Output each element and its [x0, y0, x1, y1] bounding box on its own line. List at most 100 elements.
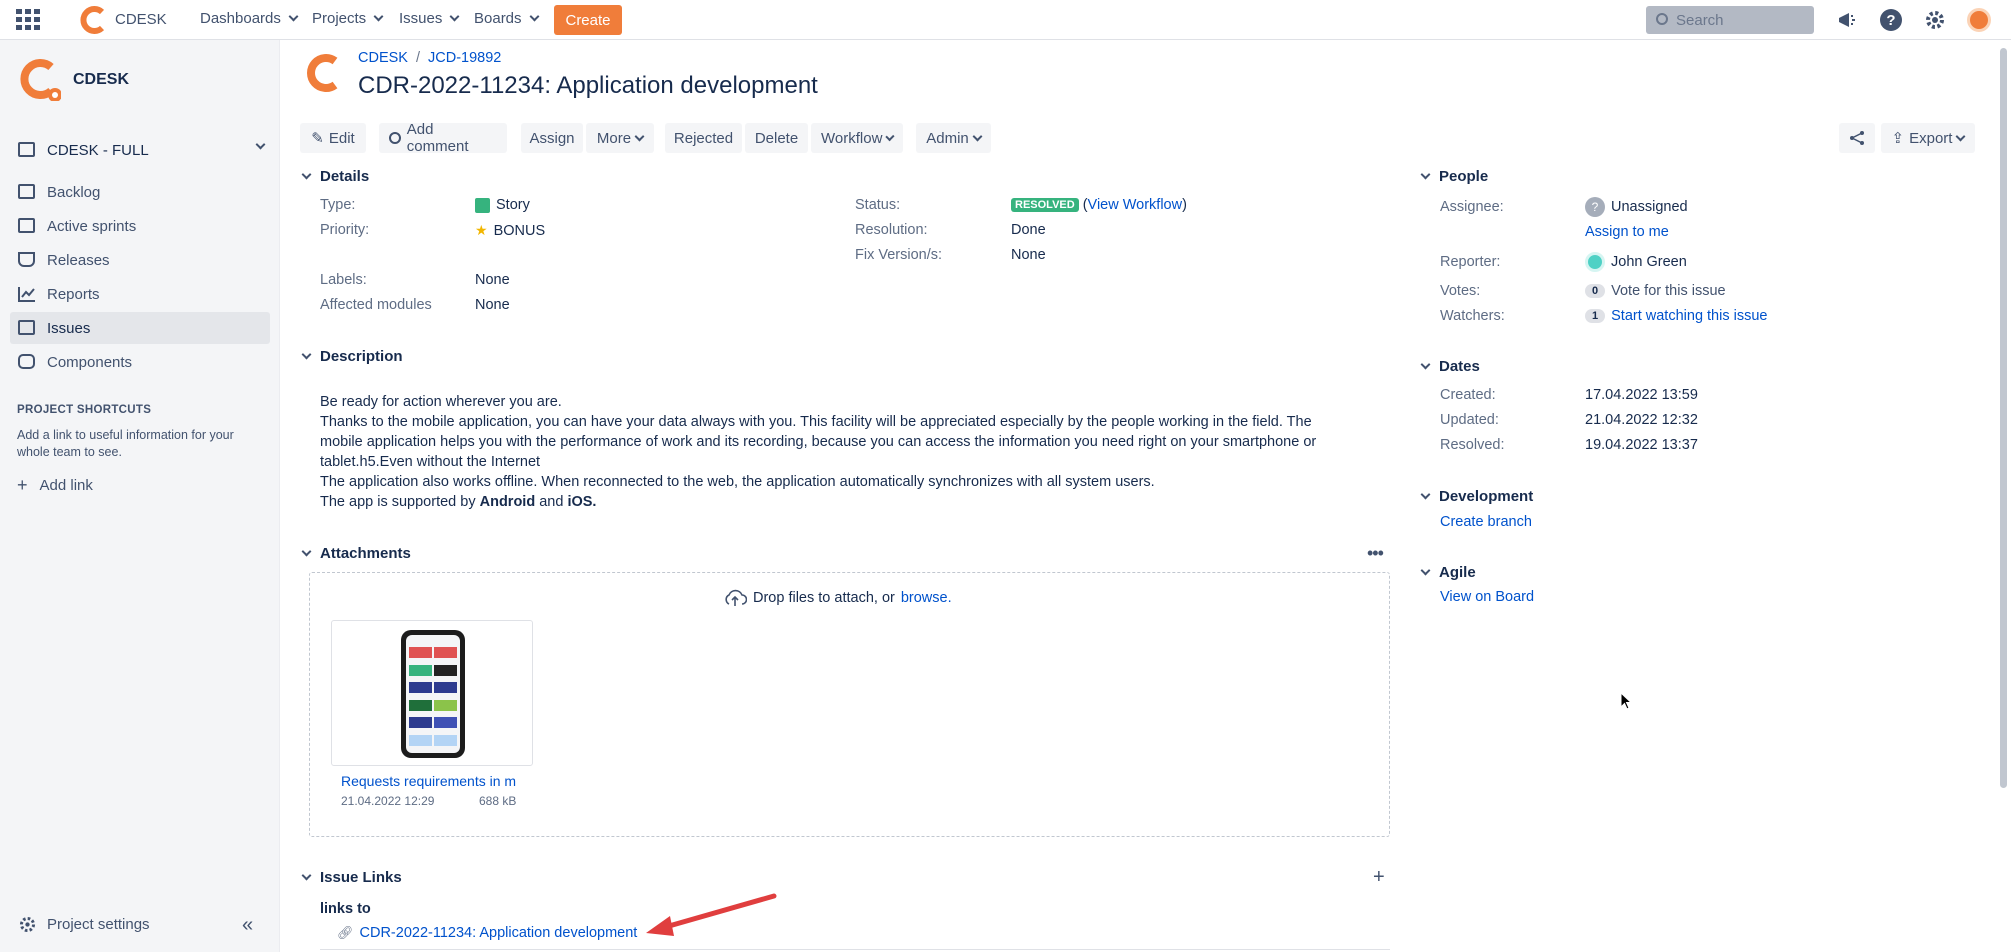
brand-logo-icon[interactable]: [80, 6, 108, 34]
sidebar-item-active-sprints[interactable]: Active sprints: [10, 210, 270, 242]
section-title: Development: [1439, 488, 1534, 505]
resolved-value: 19.04.2022 13:37: [1585, 437, 1698, 453]
add-link-button[interactable]: + Add link: [17, 475, 93, 496]
view-on-board-link[interactable]: View on Board: [1440, 589, 1534, 605]
section-title: Description: [320, 348, 403, 365]
nav-projects[interactable]: Projects: [312, 10, 384, 27]
add-link-label: Add link: [39, 477, 93, 494]
nav-label: Issues: [399, 10, 443, 27]
create-button[interactable]: Create: [554, 5, 622, 35]
notifications-icon[interactable]: [1836, 9, 1858, 31]
tile: [434, 699, 457, 711]
issue-links-heading[interactable]: Issue Links: [301, 869, 402, 886]
help-icon[interactable]: ?: [1880, 9, 1902, 31]
description-heading[interactable]: Description: [301, 348, 403, 365]
sidebar-item-issues[interactable]: Issues: [10, 312, 270, 344]
add-link-plus-icon[interactable]: +: [1373, 866, 1385, 889]
nav-dashboards[interactable]: Dashboards: [200, 10, 299, 27]
breadcrumb-separator: /: [415, 50, 420, 66]
nav-issues[interactable]: Issues: [399, 10, 460, 27]
details-heading[interactable]: Details: [301, 168, 369, 185]
edit-button[interactable]: ✎ Edit: [300, 123, 366, 153]
linked-issue-link[interactable]: CDR-2022-11234: Application development: [360, 925, 638, 941]
project-settings[interactable]: Project settings: [18, 915, 150, 934]
more-button[interactable]: More: [586, 123, 654, 153]
status-label: Status:: [855, 197, 901, 213]
votes-count-badge: 0: [1585, 284, 1606, 298]
fix-version-label: Fix Version/s:: [855, 247, 943, 263]
sidebar-item-releases[interactable]: Releases: [10, 244, 270, 276]
issue-project-avatar[interactable]: [302, 52, 344, 94]
backlog-icon: [18, 184, 35, 199]
project-settings-label: Project settings: [47, 916, 150, 933]
paren-close: ): [1182, 197, 1187, 213]
type-value: Story: [475, 197, 530, 213]
priority-label: Priority:: [320, 222, 370, 238]
attachment-thumbnail[interactable]: [331, 620, 533, 766]
sidebar-item-components[interactable]: Components: [10, 346, 270, 378]
chart-line-icon: [18, 287, 35, 302]
description-fragment: The app is supported by: [320, 494, 476, 510]
puzzle-icon: [18, 354, 35, 369]
more-options-icon[interactable]: •••: [1367, 543, 1384, 564]
chevron-down-icon: [1420, 565, 1431, 576]
share-button[interactable]: [1839, 123, 1875, 153]
votes-label: Votes:: [1440, 283, 1481, 299]
nav-label: Projects: [312, 10, 367, 27]
section-title: Attachments: [320, 545, 411, 562]
search-input[interactable]: Search: [1646, 6, 1814, 34]
page-scrollbar[interactable]: [2000, 48, 2007, 788]
add-comment-button[interactable]: Add comment: [379, 121, 507, 155]
view-workflow-link[interactable]: View Workflow: [1088, 197, 1183, 213]
add-comment-label: Add comment: [406, 121, 469, 155]
development-heading[interactable]: Development: [1420, 488, 1534, 505]
settings-gear-icon[interactable]: [1924, 9, 1946, 31]
sidebar-item-reports[interactable]: Reports: [10, 278, 270, 310]
app-switcher-icon[interactable]: [16, 9, 40, 31]
page-title[interactable]: CDR-2022-11234: Application development: [358, 72, 818, 100]
mouse-cursor-icon: [1620, 692, 1632, 710]
type-label: Type:: [320, 197, 356, 213]
admin-label: Admin: [926, 129, 969, 147]
admin-button[interactable]: Admin: [916, 123, 991, 153]
browse-link[interactable]: browse.: [901, 590, 952, 606]
attachment-file-name[interactable]: Requests requirements in m: [341, 773, 519, 789]
board-selector[interactable]: CDESK - FULL: [10, 134, 270, 166]
attachments-heading[interactable]: Attachments: [301, 545, 411, 562]
watchers-count-badge: 1: [1585, 309, 1606, 323]
dates-heading[interactable]: Dates: [1420, 358, 1480, 375]
workflow-button[interactable]: Workflow: [811, 123, 903, 153]
tile: [409, 682, 432, 693]
link-chain-icon: 🔗︎: [337, 925, 354, 940]
share-icon: [1850, 131, 1864, 145]
drop-text: Drop files to attach, or: [753, 590, 895, 606]
project-avatar[interactable]: [17, 57, 62, 102]
create-branch-link[interactable]: Create branch: [1440, 514, 1532, 530]
rejected-button[interactable]: Rejected: [665, 123, 742, 153]
collapse-sidebar-icon[interactable]: «: [242, 914, 253, 937]
people-heading[interactable]: People: [1420, 168, 1488, 185]
chevron-down-icon: [301, 870, 312, 881]
agile-heading[interactable]: Agile: [1420, 564, 1476, 581]
assign-to-me-link[interactable]: Assign to me: [1585, 224, 1669, 240]
delete-button[interactable]: Delete: [745, 123, 808, 153]
fix-version-value: None: [1011, 247, 1046, 263]
chevron-down-icon: [529, 11, 539, 22]
description-fragment: and: [539, 494, 564, 510]
linked-issue[interactable]: 🔗︎ CDR-2022-11234: Application developme…: [337, 925, 637, 941]
nav-label: Boards: [474, 10, 522, 27]
nav-boards[interactable]: Boards: [474, 10, 539, 27]
sidebar-item-backlog[interactable]: Backlog: [10, 176, 270, 208]
chevron-down-icon: [449, 11, 460, 22]
start-watching-link[interactable]: Start watching this issue: [1611, 308, 1767, 324]
export-button[interactable]: ⇪ Export: [1881, 123, 1975, 153]
sidebar-item-label: Releases: [47, 251, 110, 269]
brand-name[interactable]: CDESK: [115, 11, 167, 28]
user-avatar[interactable]: [1967, 8, 1991, 32]
assign-button[interactable]: Assign: [521, 123, 583, 153]
breadcrumb-parent-issue[interactable]: JCD-19892: [428, 50, 501, 66]
description-bold: Android: [479, 494, 536, 510]
project-name[interactable]: CDESK: [73, 71, 129, 89]
breadcrumb-project[interactable]: CDESK: [358, 50, 408, 66]
board-icon: [18, 142, 35, 157]
